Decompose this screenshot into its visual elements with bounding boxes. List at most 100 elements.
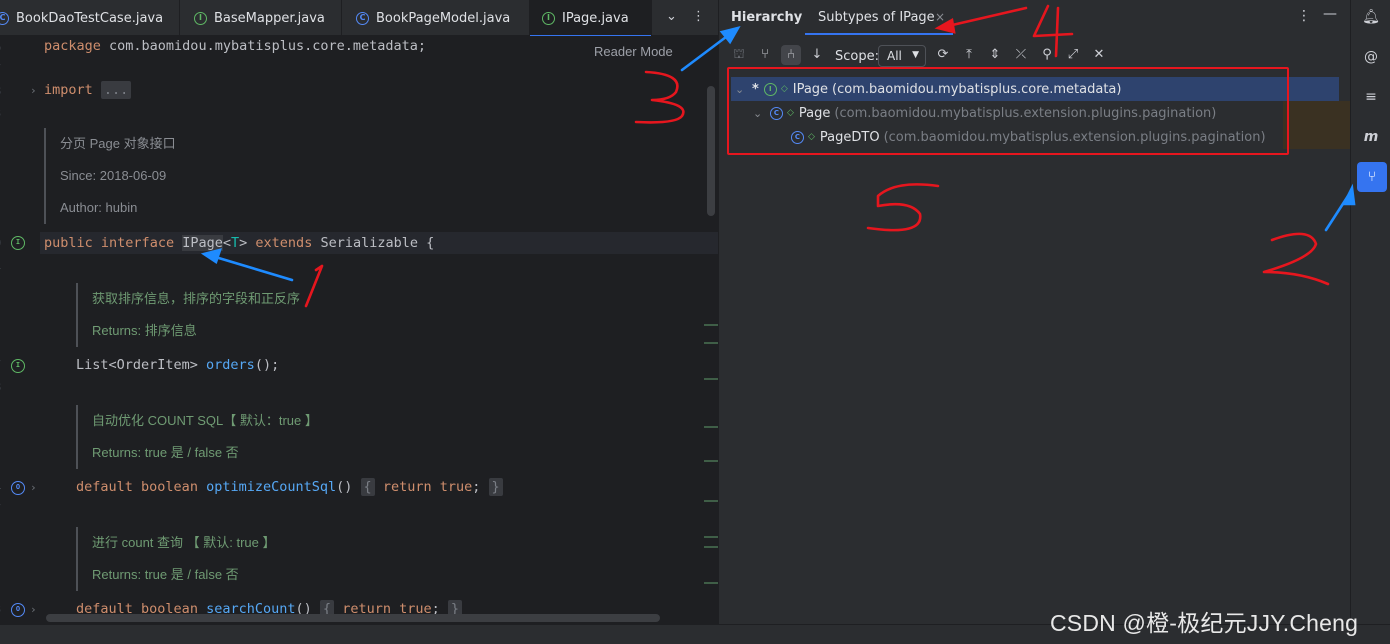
- line-number: 3: [0, 602, 1, 616]
- keyword: default: [76, 479, 133, 495]
- annotation-box: [727, 67, 1289, 155]
- scroll-mark: [704, 582, 718, 584]
- implemented-icon[interactable]: I: [11, 236, 25, 250]
- doc-returns: Returns: true 是 / false 否: [92, 567, 239, 582]
- subtypes-hierarchy-icon[interactable]: ⑃: [781, 45, 801, 65]
- reader-mode-button[interactable]: Reader Mode: [594, 44, 673, 59]
- collapsed-body-close[interactable]: }: [488, 478, 503, 496]
- collapsed-imports[interactable]: ...: [100, 81, 132, 99]
- line-number: 7: [0, 62, 1, 76]
- line-number: 0: [0, 236, 1, 250]
- base-on-this-class-icon[interactable]: ⤒: [959, 45, 979, 65]
- keyword: public: [44, 235, 93, 251]
- open-in-window-icon[interactable]: ⤢: [1063, 45, 1083, 65]
- scroll-mark: [704, 342, 718, 344]
- scroll-mark: [704, 426, 718, 428]
- scroll-mark: [704, 500, 718, 502]
- minimize-icon[interactable]: —: [1323, 6, 1337, 22]
- tab-ipage[interactable]: I IPage.java: [530, 0, 652, 37]
- hierarchy-header: Hierarchy Subtypes of IPage × ⋮ —: [719, 0, 1351, 36]
- scroll-mark: [704, 536, 718, 538]
- package-name: com.baomidou.mybatisplus.core.metadata;: [100, 38, 427, 54]
- right-tool-window-bar: 🔔︎ @ ≡ m ⑂: [1350, 0, 1390, 624]
- type-parameter: T: [231, 235, 240, 251]
- vertical-scrollbar[interactable]: [707, 86, 715, 216]
- generic-open: <: [222, 235, 231, 251]
- type-hierarchy-icon[interactable]: ⛫: [729, 45, 749, 65]
- chevron-down-icon[interactable]: ⌄: [666, 9, 677, 24]
- overridden-icon[interactable]: O: [11, 603, 25, 617]
- database-icon[interactable]: ≡: [1360, 86, 1382, 108]
- doc-title: 进行 count 查询 【 默认: true 】: [92, 535, 276, 550]
- expand-all-icon[interactable]: ⇕: [985, 45, 1005, 65]
- doc-comment-interface: 分页 Page 对象接口 Since: 2018-06-09 Author: h…: [44, 128, 176, 224]
- doc-title: 自动优化 COUNT SQL【 默认：true 】: [92, 413, 318, 428]
- tab-bookdaotestcase[interactable]: C BookDaoTestCase.java: [0, 0, 180, 36]
- code-line-interface-declaration: public interface IPage<T> extends Serial…: [44, 235, 434, 251]
- line-number: 7: [0, 358, 1, 372]
- tab-label: BookPageModel.java: [376, 10, 511, 26]
- line-number: 1: [0, 258, 1, 272]
- class-icon: C: [0, 11, 9, 25]
- implemented-icon[interactable]: I: [11, 359, 25, 373]
- line-number: 4: [0, 480, 1, 494]
- close-icon[interactable]: ×: [935, 10, 945, 24]
- interface-name[interactable]: IPage: [182, 235, 223, 251]
- line-number: 6: [0, 40, 1, 54]
- return-type: List<OrderItem>: [76, 357, 207, 373]
- code-editor[interactable]: 6 7 8 3 0 1 7 8 4 7 3 I I O O › › › Read…: [0, 36, 718, 624]
- fold-chevron-icon[interactable]: ›: [30, 481, 37, 494]
- interface-icon: I: [194, 11, 207, 25]
- keyword: extends: [255, 235, 313, 251]
- doc-comment-optimize: 自动优化 COUNT SQL【 默认：true 】 Returns: true …: [76, 405, 318, 469]
- doc-comment-orders: 获取排序信息，排序的字段和正反序 Returns: 排序信息: [76, 283, 300, 347]
- caret-down-icon: ▼: [912, 50, 919, 60]
- generic-close: >: [239, 235, 248, 251]
- more-icon[interactable]: ⋮: [1297, 8, 1311, 24]
- panel-title: Hierarchy: [731, 10, 803, 25]
- hierarchy-panel: Hierarchy Subtypes of IPage × ⋮ — ⛫ ⑂ ⑃ …: [718, 0, 1351, 624]
- code-line-orders: List<OrderItem> orders();: [76, 357, 279, 373]
- hierarchy-icon[interactable]: ⑂: [1357, 162, 1387, 192]
- keyword: package: [44, 38, 101, 54]
- method-name: orders: [206, 357, 255, 373]
- interface-icon: I: [542, 11, 555, 25]
- hierarchy-toolbar: ⛫ ⑂ ⑃ ↓ Scope: All ▼ ⟳ ⤒ ⇕ ⤫ ⚲ ⤢ ✕: [719, 42, 1351, 70]
- sort-alphabetically-icon[interactable]: ↓: [807, 45, 827, 65]
- code-line-package: package com.baomidou.mybatisplus.core.me…: [44, 38, 426, 54]
- close-icon[interactable]: ✕: [1089, 45, 1109, 65]
- scope-select[interactable]: All ▼: [878, 45, 926, 67]
- keyword: interface: [100, 235, 175, 251]
- horizontal-scrollbar[interactable]: [46, 614, 660, 622]
- maven-icon[interactable]: m: [1360, 126, 1382, 148]
- active-tab-underline: [805, 33, 953, 35]
- collapsed-body-open[interactable]: {: [360, 478, 375, 496]
- notifications-icon[interactable]: 🔔︎: [1360, 6, 1382, 28]
- more-icon[interactable]: ⋮: [692, 9, 705, 24]
- keyword: boolean: [141, 479, 198, 495]
- line-number: 7: [0, 502, 1, 516]
- doc-title: 分页 Page 对象接口: [60, 136, 176, 151]
- doc-title: 获取排序信息，排序的字段和正反序: [92, 291, 301, 306]
- supertypes-hierarchy-icon[interactable]: ⑂: [755, 45, 775, 65]
- pin-icon[interactable]: ⚲: [1037, 45, 1057, 65]
- fold-chevron-icon[interactable]: ›: [30, 84, 37, 97]
- tab-bookpagemodel[interactable]: C BookPageModel.java: [342, 0, 530, 36]
- refresh-icon[interactable]: ⟳: [933, 45, 953, 65]
- code-line-import: import ...: [44, 81, 132, 99]
- doc-returns: Returns: 排序信息: [92, 323, 197, 338]
- overridden-icon[interactable]: O: [11, 481, 25, 495]
- editor-gutter: 6 7 8 3 0 1 7 8 4 7 3 I I O O › › ›: [0, 36, 40, 624]
- scope-label: Scope:: [835, 49, 879, 64]
- tab-subtypes-of-ipage[interactable]: Subtypes of IPage: [818, 10, 935, 25]
- collapse-all-icon[interactable]: ⤫: [1011, 45, 1031, 65]
- scope-value: All: [887, 49, 902, 63]
- scroll-mark: [704, 378, 718, 380]
- fold-chevron-icon[interactable]: ›: [30, 603, 37, 616]
- method-name: optimizeCountSql: [206, 479, 337, 495]
- ai-assistant-icon[interactable]: @: [1360, 46, 1382, 68]
- scroll-mark: [704, 460, 718, 462]
- tab-basemapper[interactable]: I BaseMapper.java: [180, 0, 342, 36]
- scroll-mark: [704, 324, 718, 326]
- code-line-optimize-count-sql: default boolean optimizeCountSql() { ret…: [76, 478, 503, 496]
